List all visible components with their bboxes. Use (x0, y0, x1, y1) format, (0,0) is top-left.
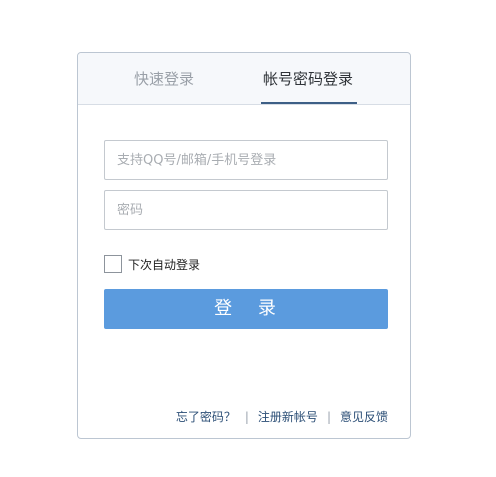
password-field-box (104, 190, 388, 230)
footer-separator: | (326, 410, 331, 424)
tab-password-login[interactable]: 帐号密码登录 (254, 53, 362, 104)
remember-me-checkbox[interactable] (104, 255, 122, 273)
remember-me-row: 下次自动登录 (104, 255, 304, 273)
login-button[interactable]: 登 录 (104, 289, 388, 329)
login-tab-bar: 快速登录 帐号密码登录 (78, 53, 410, 105)
tab-quick-login[interactable]: 快速登录 (114, 53, 214, 104)
login-panel: 快速登录 帐号密码登录 下次自动登录 登 录 忘了密码？ | 注册新帐号 | 意见反馈 (77, 52, 411, 439)
footer-links: 忘了密码？ | 注册新帐号 | 意见反馈 (78, 409, 388, 425)
remember-me-label[interactable]: 下次自动登录 (128, 256, 200, 274)
active-tab-indicator (261, 102, 357, 104)
footer-separator: | (244, 410, 249, 424)
register-link[interactable]: 注册新帐号 (258, 410, 318, 424)
account-field-box (104, 140, 388, 180)
forgot-password-link[interactable]: 忘了密码？ (176, 410, 236, 424)
account-input[interactable] (105, 141, 387, 179)
password-input[interactable] (105, 191, 387, 229)
feedback-link[interactable]: 意见反馈 (340, 410, 388, 424)
